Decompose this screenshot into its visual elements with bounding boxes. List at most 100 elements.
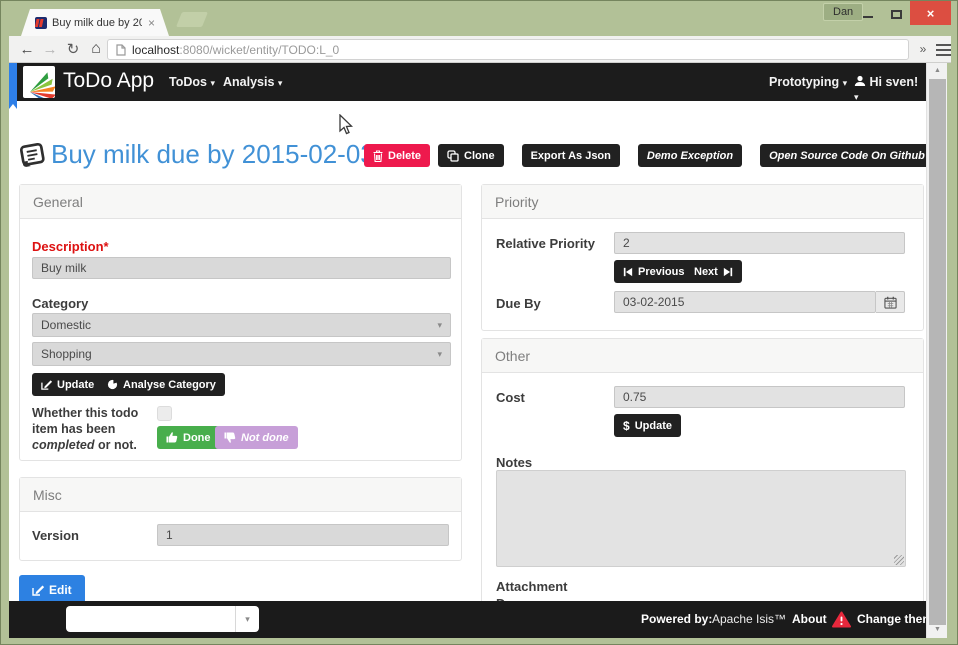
notes-label: Notes: [496, 455, 532, 470]
browser-window: Buy milk due by 2015-02-03 × Dan × ← → ↻…: [0, 0, 958, 645]
warning-icon[interactable]: [832, 611, 851, 628]
thumbs-down-icon: [224, 432, 236, 443]
export-json-button[interactable]: Export As Json: [522, 144, 620, 167]
scroll-up-icon[interactable]: ▲: [927, 64, 948, 78]
maximize-icon: [891, 10, 902, 19]
page-scrollbar[interactable]: ▲ ▼: [926, 63, 947, 638]
close-icon: ×: [927, 6, 935, 21]
scroll-down-icon[interactable]: ▼: [927, 623, 948, 637]
minimize-button[interactable]: [854, 1, 882, 25]
step-backward-icon: [623, 267, 633, 277]
notes-textarea[interactable]: [496, 470, 906, 567]
panel-priority: Priority Relative Priority Previous Next…: [481, 184, 924, 331]
address-bar[interactable]: localhost:8080/wicket/entity/TODO:L_0: [107, 39, 909, 60]
browser-toolbar: ← → ↻ ⌂ localhost:8080/wicket/entity/TOD…: [9, 36, 951, 63]
chevron-down-icon: ▾: [437, 349, 442, 360]
clone-icon: [447, 150, 459, 162]
update-cost-button[interactable]: $ Update: [614, 414, 681, 437]
url-text: localhost:8080/wicket/entity/TODO:L_0: [132, 41, 339, 59]
app-logo[interactable]: [23, 66, 55, 98]
menu-prototyping[interactable]: Prototyping ▾: [769, 75, 847, 89]
close-button[interactable]: ×: [910, 1, 951, 25]
thumbs-up-icon: [166, 432, 178, 443]
github-source-button[interactable]: Open Source Code On Github: [760, 144, 926, 167]
scrollbar-thumb[interactable]: [929, 79, 946, 625]
resize-grip-icon[interactable]: [894, 555, 904, 565]
back-button[interactable]: ←: [17, 39, 37, 59]
tab-close-icon[interactable]: ×: [148, 16, 155, 30]
action-bar: Delete Clone Export As Json Demo Excepti…: [364, 144, 926, 167]
app-footer: ▾ Powered by: Apache Isis™ About Change …: [9, 601, 926, 638]
menu-button[interactable]: [933, 39, 953, 59]
chevron-down-icon: ▾: [854, 92, 859, 102]
dollar-icon: $: [623, 419, 630, 433]
next-button[interactable]: Next: [685, 260, 742, 283]
bookmarks-overflow-icon[interactable]: »: [913, 39, 933, 59]
maximize-button[interactable]: [882, 1, 910, 25]
panel-general-header: General: [20, 185, 461, 219]
version-label: Version: [32, 528, 79, 543]
edit-icon: [32, 584, 44, 596]
due-by-label: Due By: [496, 296, 541, 311]
new-tab-button[interactable]: [176, 12, 208, 27]
hamburger-icon: [936, 44, 951, 46]
mouse-cursor: [336, 114, 354, 136]
menu-todos[interactable]: ToDos ▾: [169, 75, 215, 89]
category-select[interactable]: Domestic▾: [32, 313, 451, 337]
app-brand[interactable]: ToDo App: [63, 69, 154, 93]
calendar-icon: [884, 296, 897, 309]
edit-icon: [41, 379, 52, 390]
due-by-field[interactable]: [614, 291, 876, 313]
not-done-button[interactable]: Not done: [215, 426, 298, 449]
description-label: Description*: [32, 239, 109, 254]
previous-button[interactable]: Previous: [614, 260, 693, 283]
description-field[interactable]: [32, 257, 451, 279]
chevron-down-icon: ▾: [278, 78, 283, 88]
calendar-button[interactable]: [876, 291, 905, 313]
panel-misc-header: Misc: [20, 478, 461, 512]
required-marker: *: [104, 239, 109, 254]
cost-field[interactable]: [614, 386, 905, 408]
completed-label: Whether this todo item has been complete…: [32, 405, 158, 453]
page-title: Buy milk due by 2015-02-03: [51, 139, 375, 170]
url-path: :8080/wicket/entity/TODO:L_0: [179, 43, 339, 57]
tab-title: Buy milk due by 2015-02-03: [52, 17, 142, 29]
panel-general: General Description* Category Domestic▾ …: [19, 184, 462, 461]
page-icon: [116, 44, 126, 56]
powered-by-link[interactable]: Apache Isis™: [712, 612, 786, 626]
favicon-icon: [35, 17, 47, 29]
completed-checkbox[interactable]: [157, 406, 172, 421]
reload-button[interactable]: ↻: [63, 39, 83, 59]
panel-other: Other Cost $ Update Notes Attachment Doc: [481, 338, 924, 623]
relative-priority-field[interactable]: [614, 232, 905, 254]
page-content: ToDo App ToDos ▾ Analysis ▾ Prototyping …: [9, 63, 926, 638]
change-theme-link[interactable]: Change theme ▴: [857, 612, 926, 626]
url-host: localhost: [132, 43, 179, 57]
about-link[interactable]: About: [792, 612, 827, 626]
done-button[interactable]: Done: [157, 426, 220, 449]
panel-other-header: Other: [482, 339, 923, 373]
browser-tab[interactable]: Buy milk due by 2015-02-03 ×: [21, 9, 169, 36]
subcategory-select[interactable]: Shopping▾: [32, 342, 451, 366]
chevron-down-icon: ▾: [843, 78, 848, 88]
side-ribbon: [9, 63, 17, 109]
panel-priority-header: Priority: [482, 185, 923, 219]
version-field[interactable]: [157, 524, 449, 546]
demo-exception-button[interactable]: Demo Exception: [638, 144, 742, 167]
cost-label: Cost: [496, 390, 525, 405]
menu-user[interactable]: Hi sven! ▾: [854, 75, 926, 103]
delete-button[interactable]: Delete: [364, 144, 430, 167]
forward-button[interactable]: →: [40, 39, 60, 59]
attachment-label: Attachment: [496, 579, 568, 594]
home-button[interactable]: ⌂: [86, 39, 106, 59]
clone-button[interactable]: Clone: [438, 144, 504, 167]
chevron-down-icon: ▾: [437, 320, 442, 331]
app-navbar: ToDo App ToDos ▾ Analysis ▾ Prototyping …: [9, 63, 926, 101]
analyse-category-button[interactable]: Analyse Category: [98, 373, 225, 396]
todo-item-icon: [17, 140, 48, 171]
menu-analysis[interactable]: Analysis ▾: [223, 75, 282, 89]
theme-select[interactable]: ▾: [66, 606, 259, 632]
user-icon: [854, 75, 866, 87]
step-forward-icon: [723, 267, 733, 277]
update-category-button[interactable]: Update: [32, 373, 103, 396]
